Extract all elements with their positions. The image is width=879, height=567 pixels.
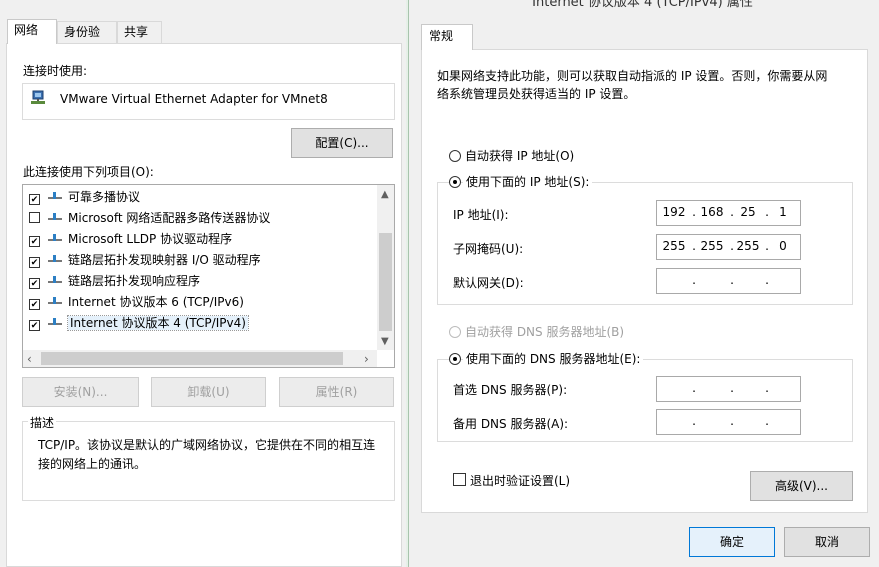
item-checkbox[interactable] [29,194,40,205]
tab-networking[interactable]: 网络 [7,19,57,44]
list-item[interactable]: Internet 协议版本 4 (TCP/IPv4) [29,313,249,334]
protocol-icon [48,212,62,222]
cancel-button[interactable]: 取消 [784,527,870,557]
auto-ip-radio[interactable] [449,150,461,162]
scroll-left-icon[interactable]: ‹ [27,352,32,366]
adapter-box: VMware Virtual Ethernet Adapter for VMne… [22,83,395,120]
ip-address-label: IP 地址(I): [453,208,509,222]
install-button[interactable]: 安装(N)... [22,377,139,407]
protocol-icon [48,296,62,306]
tab-general[interactable]: 常规 [421,24,473,50]
default-gateway-label: 默认网关(D): [453,276,524,290]
description-title: 描述 [28,414,57,431]
manual-dns-radio[interactable] [449,353,461,365]
description-text-line2: 接的网络上的通讯。 [38,457,147,471]
item-checkbox[interactable] [29,257,40,268]
protocol-icon [48,233,62,243]
preferred-dns-field[interactable]: . . . [656,376,801,402]
protocol-icon [48,254,62,264]
item-checkbox[interactable] [29,236,40,247]
alternate-dns-label: 备用 DNS 服务器(A): [453,417,569,431]
connect-using-label: 连接时使用: [23,64,88,78]
auto-dns-label[interactable]: 自动获得 DNS 服务器地址(B) [465,323,624,340]
validate-checkbox[interactable] [453,473,466,486]
protocol-icon [48,191,62,201]
manual-ip-label[interactable]: 使用下面的 IP 地址(S): [463,173,593,190]
default-gateway-field[interactable]: . . . [656,268,801,294]
scroll-down-icon[interactable]: ▼ [381,336,389,347]
advanced-button[interactable]: 高级(V)... [750,471,853,501]
horizontal-scroll-thumb[interactable] [41,352,343,365]
subnet-mask-label: 子网掩码(U): [453,242,524,256]
items-list[interactable]: 可靠多播协议 Microsoft 网络适配器多路传送器协议 Microsoft … [22,184,395,368]
preferred-dns-label: 首选 DNS 服务器(P): [453,383,568,397]
items-label: 此连接使用下列项目(O): [23,165,154,179]
properties-button[interactable]: 属性(R) [279,377,394,407]
intro-text-line2: 络系统管理员处获得适当的 IP 设置。 [437,87,636,101]
scroll-right-icon[interactable]: › [364,352,369,366]
protocol-icon [48,275,62,285]
alternate-dns-field[interactable]: . . . [656,409,801,435]
list-item[interactable]: Microsoft LLDP 协议驱动程序 [29,229,232,250]
list-item[interactable]: 链路层拓扑发现响应程序 [29,271,200,292]
uninstall-button[interactable]: 卸载(U) [151,377,266,407]
tab-authentication[interactable]: 身份验证 [57,21,117,60]
ok-button[interactable]: 确定 [689,527,775,557]
list-item[interactable]: Internet 协议版本 6 (TCP/IPv6) [29,292,244,313]
configure-button[interactable]: 配置(C)... [291,128,393,158]
network-adapter-icon [31,90,45,104]
dialog-title: Internet 协议版本 4 (TCP/IPv4) 属性 [532,0,753,10]
validate-label[interactable]: 退出时验证设置(L) [470,472,570,489]
vertical-scroll-thumb[interactable] [379,233,392,331]
item-checkbox[interactable] [29,212,40,223]
protocol-icon [48,317,62,327]
list-item[interactable]: 可靠多播协议 [29,187,140,208]
manual-dns-label[interactable]: 使用下面的 DNS 服务器地址(E): [463,350,644,367]
subnet-mask-field[interactable]: 255 . 255 . 255 . 0 [656,234,801,260]
tab-sharing[interactable]: 共享 [117,21,162,43]
intro-text-line1: 如果网络支持此功能，则可以获取自动指派的 IP 设置。否则，你需要从网 [437,69,828,83]
item-checkbox[interactable] [29,278,40,289]
scroll-up-icon[interactable]: ▲ [381,189,389,200]
adapter-name: VMware Virtual Ethernet Adapter for VMne… [60,92,328,106]
description-text-line1: TCP/IP。该协议是默认的广域网络协议，它提供在不同的相互连 [38,438,376,452]
item-checkbox[interactable] [29,320,40,331]
list-item[interactable]: 链路层拓扑发现映射器 I/O 驱动程序 [29,250,261,271]
list-item[interactable]: Microsoft 网络适配器多路传送器协议 [29,208,270,229]
auto-dns-radio[interactable] [449,326,461,338]
ip-address-field[interactable]: 192 . 168 . 25 . 1 [656,200,801,226]
item-checkbox[interactable] [29,299,40,310]
manual-ip-radio[interactable] [449,176,461,188]
auto-ip-label[interactable]: 自动获得 IP 地址(O) [465,147,574,164]
